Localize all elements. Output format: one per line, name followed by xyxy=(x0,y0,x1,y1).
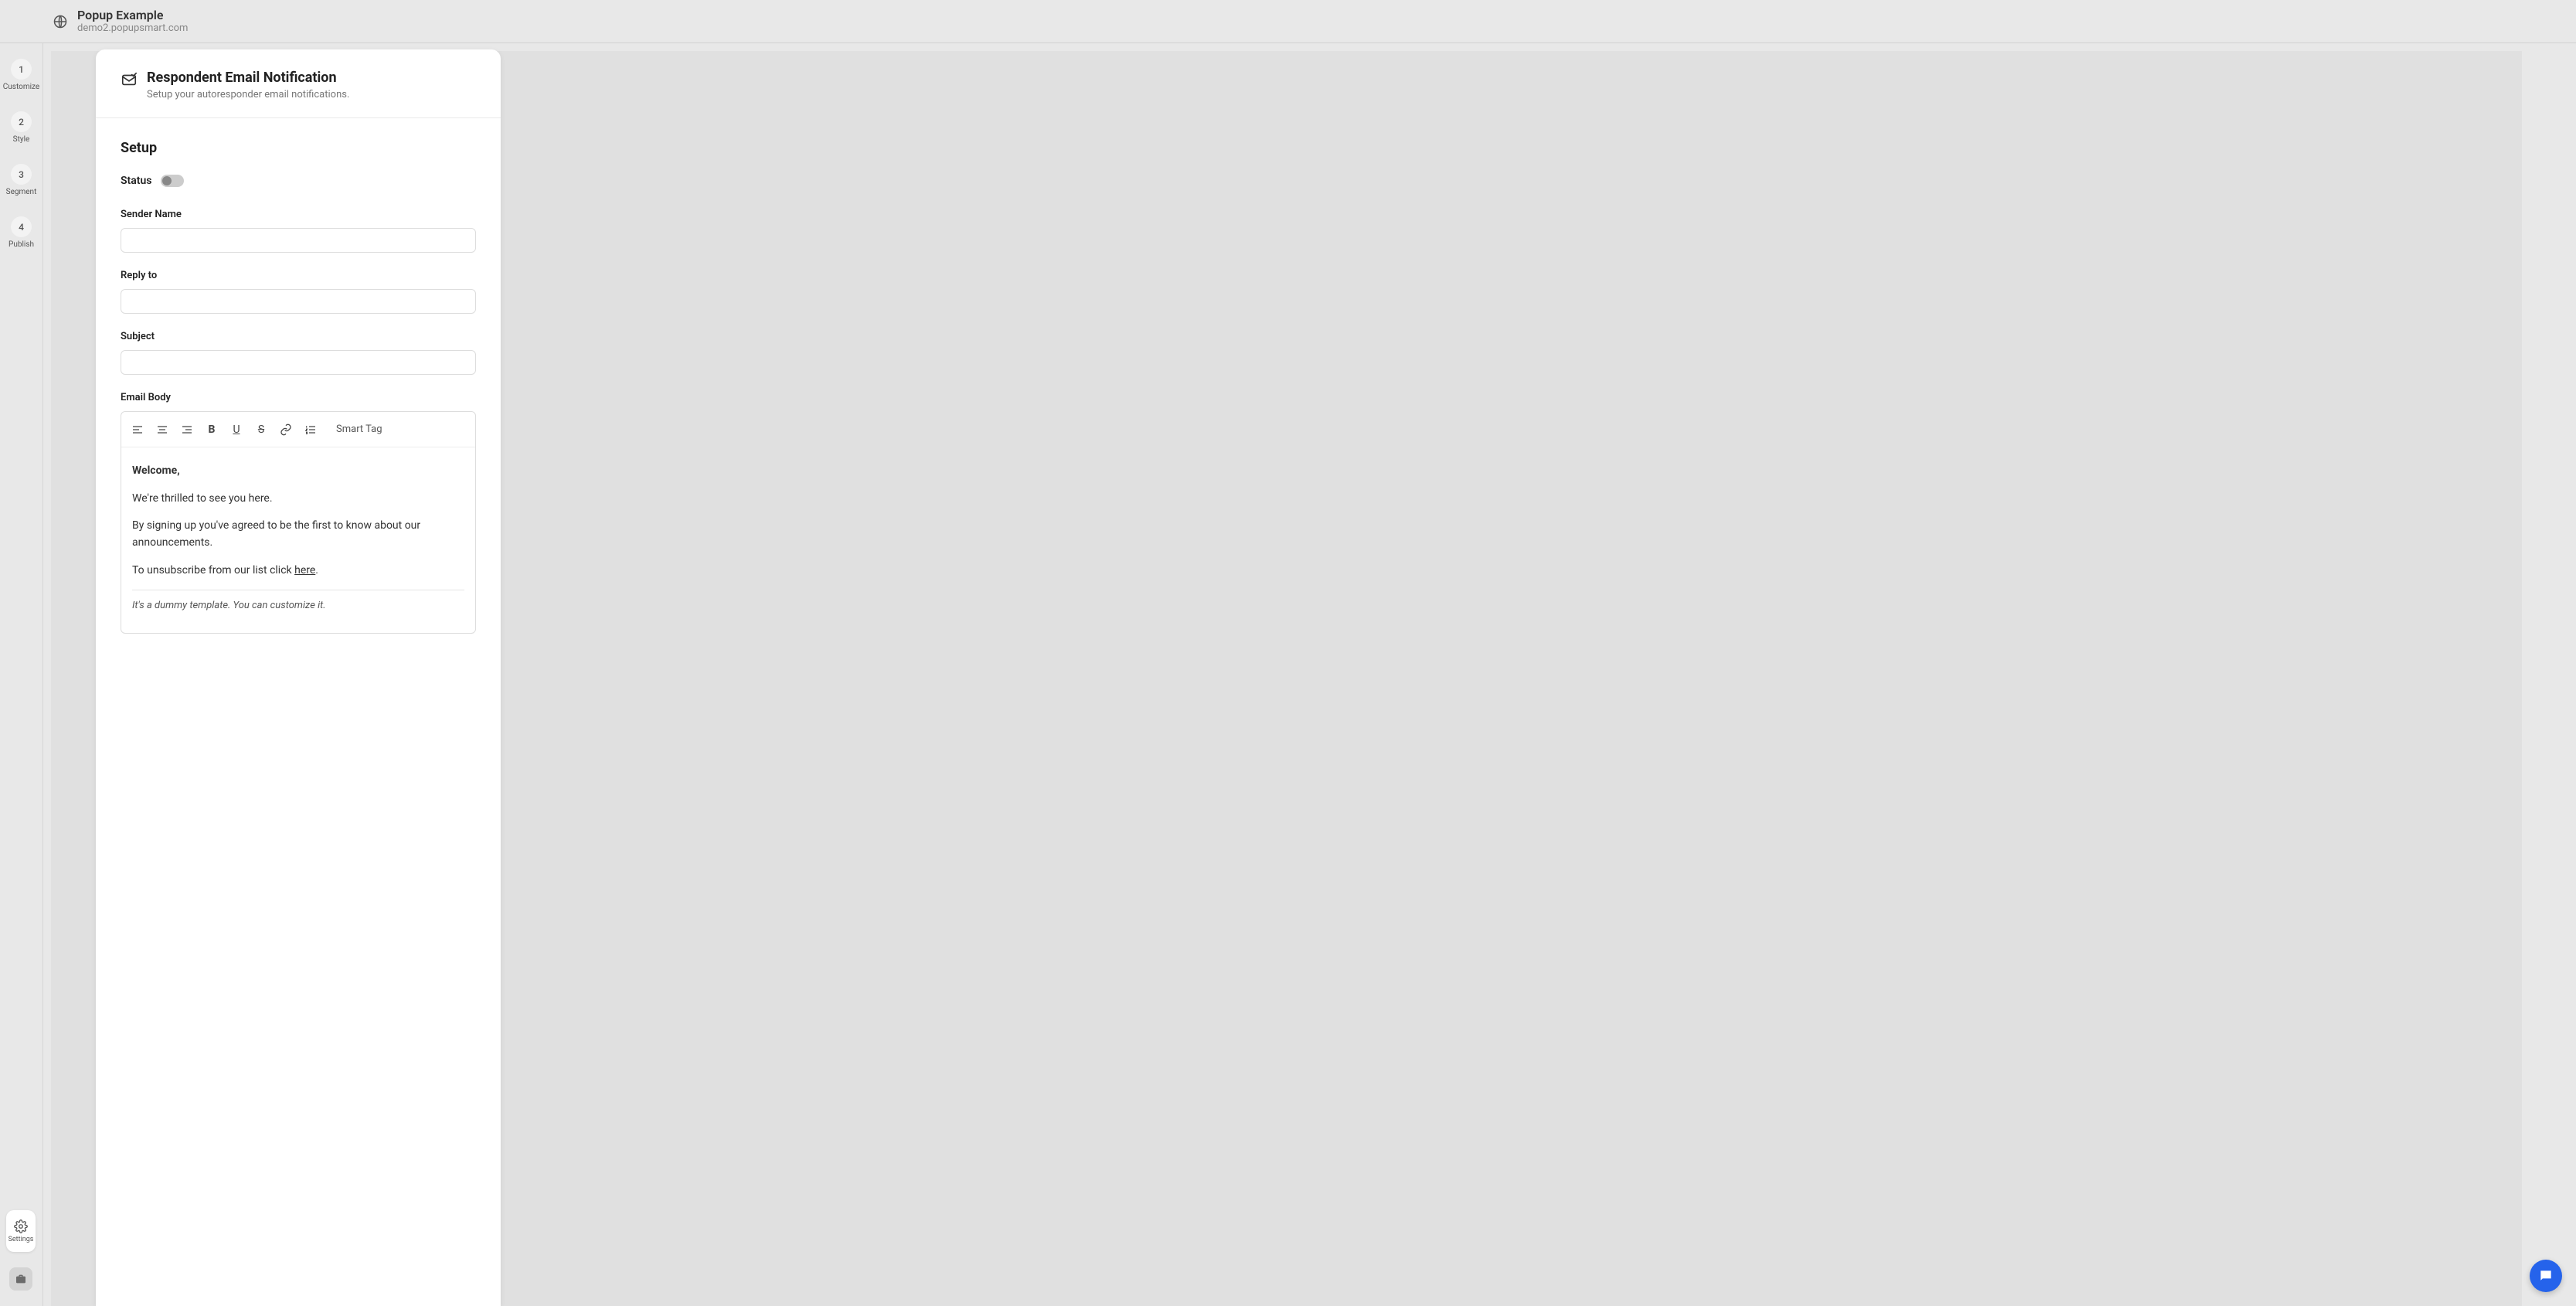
gear-icon xyxy=(14,1219,28,1233)
subject-field: Subject xyxy=(121,331,476,375)
status-row: Status xyxy=(121,175,476,187)
panel-subtitle: Setup your autoresponder email notificat… xyxy=(147,89,349,100)
status-label: Status xyxy=(121,175,151,187)
strikethrough-button[interactable]: S xyxy=(253,421,270,438)
align-left-button[interactable] xyxy=(129,421,146,438)
panel-body: Setup Status Sender Name Reply to Subjec… xyxy=(96,118,501,1305)
step-number: 4 xyxy=(11,216,32,237)
step-label: Customize xyxy=(3,83,39,91)
panel-title: Respondent Email Notification xyxy=(147,70,349,86)
step-label: Publish xyxy=(8,240,34,249)
numbered-list-icon xyxy=(304,423,317,436)
status-toggle[interactable] xyxy=(161,175,184,187)
reply-to-label: Reply to xyxy=(121,270,476,281)
sender-name-label: Sender Name xyxy=(121,209,476,220)
unsub-link[interactable]: here xyxy=(294,564,315,576)
align-center-icon xyxy=(156,423,168,436)
page-subtitle: demo2.popupsmart.com xyxy=(77,22,188,35)
briefcase-button[interactable] xyxy=(9,1267,32,1291)
subject-input[interactable] xyxy=(121,350,476,375)
step-segment[interactable]: 3 Segment xyxy=(6,164,37,196)
align-left-icon xyxy=(131,423,144,436)
step-label: Segment xyxy=(6,188,37,196)
toggle-knob xyxy=(162,176,172,185)
panel-header: Respondent Email Notification Setup your… xyxy=(96,49,501,118)
unsub-suffix: . xyxy=(315,564,318,576)
step-publish[interactable]: 4 Publish xyxy=(8,216,34,249)
chat-widget-button[interactable] xyxy=(2530,1260,2562,1292)
email-body-field: Email Body B U S xyxy=(121,392,476,634)
link-button[interactable] xyxy=(277,421,294,438)
link-icon xyxy=(280,423,292,436)
body-footnote: It's a dummy template. You can customize… xyxy=(132,598,464,614)
settings-button[interactable]: Settings xyxy=(6,1210,36,1252)
mail-icon xyxy=(121,71,138,88)
step-label: Style xyxy=(13,135,30,144)
settings-label: Settings xyxy=(8,1236,34,1243)
step-number: 3 xyxy=(11,164,32,185)
sender-name-input[interactable] xyxy=(121,228,476,253)
briefcase-icon xyxy=(15,1273,27,1285)
email-body-label: Email Body xyxy=(121,392,476,403)
align-right-icon xyxy=(181,423,193,436)
subject-label: Subject xyxy=(121,331,476,342)
step-number: 1 xyxy=(11,59,32,80)
body-line-1: We're thrilled to see you here. xyxy=(132,491,464,508)
left-sidebar: 1 Customize 2 Style 3 Segment 4 Publish … xyxy=(0,43,43,1306)
top-bar: Popup Example demo2.popupsmart.com xyxy=(0,0,2576,43)
numbered-list-button[interactable] xyxy=(302,421,319,438)
reply-to-input[interactable] xyxy=(121,289,476,314)
unsub-prefix: To unsubscribe from our list click xyxy=(132,564,294,576)
body-unsub: To unsubscribe from our list click here. xyxy=(132,563,464,580)
align-center-button[interactable] xyxy=(154,421,171,438)
step-number: 2 xyxy=(11,111,32,132)
section-title: Setup xyxy=(121,140,476,156)
globe-icon xyxy=(53,14,68,29)
editor: B U S Smart Tag Welcome, We're thrilled … xyxy=(121,411,476,634)
editor-toolbar: B U S Smart Tag xyxy=(121,412,475,447)
body-greeting: Welcome, xyxy=(132,463,464,480)
step-customize[interactable]: 1 Customize xyxy=(3,59,39,91)
chat-icon xyxy=(2538,1268,2554,1284)
body-line-2: By signing up you've agreed to be the fi… xyxy=(132,518,464,551)
page-title: Popup Example xyxy=(77,8,188,22)
sender-name-field: Sender Name xyxy=(121,209,476,253)
reply-to-field: Reply to xyxy=(121,270,476,314)
smart-tag-button[interactable]: Smart Tag xyxy=(336,423,382,435)
underline-button[interactable]: U xyxy=(228,421,245,438)
bold-button[interactable]: B xyxy=(203,421,220,438)
align-right-button[interactable] xyxy=(178,421,195,438)
editor-content[interactable]: Welcome, We're thrilled to see you here.… xyxy=(121,447,475,633)
config-panel: Respondent Email Notification Setup your… xyxy=(96,49,501,1306)
step-style[interactable]: 2 Style xyxy=(11,111,32,144)
